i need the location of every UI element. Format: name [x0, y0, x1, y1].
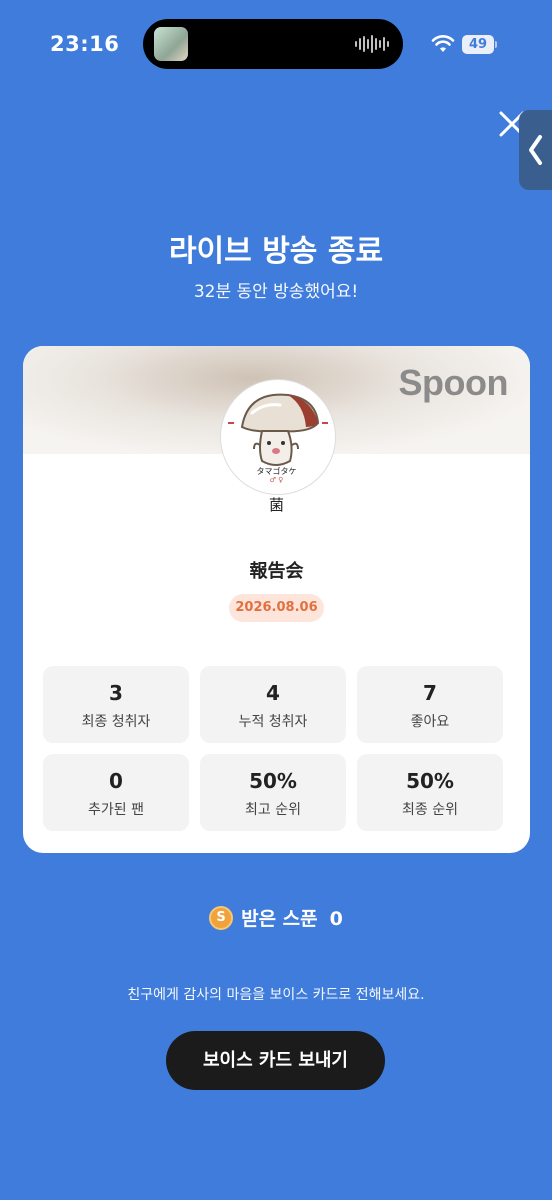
now-playing-thumbnail	[154, 27, 188, 61]
stat-value: 50%	[406, 769, 454, 793]
chevron-left-icon	[529, 135, 542, 165]
received-spoons-count: 0	[329, 908, 343, 930]
stat-label: 추가된 팬	[88, 802, 144, 818]
broadcast-date-badge: 2026.08.06	[229, 594, 324, 622]
received-spoons-label: 받은 스푼	[241, 908, 318, 930]
status-bar: 23:16 49	[0, 0, 552, 90]
stat-new-fans: 0 추가된 팬	[43, 754, 189, 831]
stat-label: 최종 순위	[402, 802, 458, 818]
broadcast-summary-card: Spoon タマゴタケ ♂ ♀ 菌 報告会 2026.08.06 3 최종 청취…	[23, 346, 530, 853]
stat-value: 0	[109, 769, 123, 793]
spoon-logo: Spoon	[398, 362, 509, 403]
stat-total-listeners: 4 누적 청취자	[200, 666, 346, 743]
stat-label: 좋아요	[410, 714, 450, 730]
voice-card-message: 친구에게 감사의 마음을 보이스 카드로 전해보세요.	[127, 987, 425, 1003]
status-time: 23:16	[50, 32, 120, 56]
send-voice-card-button[interactable]: 보이스 카드 보내기	[166, 1031, 385, 1090]
stat-value: 3	[109, 681, 123, 705]
received-spoons: S 받은 스푼 0	[0, 904, 552, 932]
dynamic-island[interactable]	[143, 19, 403, 69]
stat-value: 4	[266, 681, 280, 705]
stat-highest-rank: 50% 최고 순위	[200, 754, 346, 831]
page-title: 라이브 방송 종료	[168, 234, 384, 269]
wifi-icon	[431, 35, 455, 52]
side-panel-tab[interactable]	[519, 110, 552, 190]
stat-likes: 7 좋아요	[357, 666, 503, 743]
avatar-decoration-icon: ♂ ♀	[269, 476, 284, 484]
stat-label: 최고 순위	[245, 802, 301, 818]
dj-nickname: 菌	[268, 496, 284, 514]
stats-grid: 3 최종 청취자 4 누적 청취자 7 좋아요 0 추가된 팬 50% 최고 순…	[43, 666, 504, 831]
stat-final-listeners: 3 최종 청취자	[43, 666, 189, 743]
stat-value: 50%	[249, 769, 297, 793]
stat-final-rank: 50% 최종 순위	[357, 754, 503, 831]
stat-value: 7	[423, 681, 437, 705]
battery-level: 49	[462, 35, 494, 54]
stat-label: 최종 청취자	[81, 714, 151, 730]
audio-waveform-icon	[355, 35, 389, 53]
broadcast-title: 報告会	[249, 561, 304, 582]
spoon-coin-icon: S	[209, 905, 234, 930]
broadcast-duration: 32분 동안 방송했어요!	[193, 282, 359, 302]
stat-label: 누적 청취자	[238, 714, 308, 730]
battery-icon: 49	[462, 35, 498, 54]
